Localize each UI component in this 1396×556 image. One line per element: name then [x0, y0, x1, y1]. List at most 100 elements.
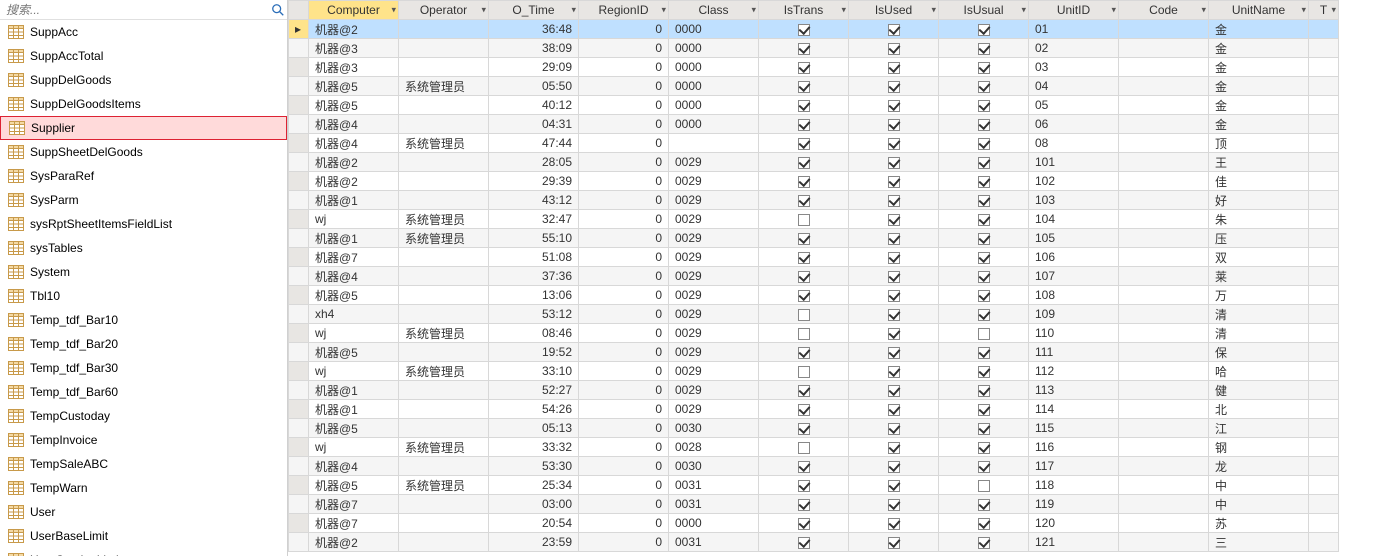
- cell-isused[interactable]: [849, 153, 939, 172]
- cell-isusual[interactable]: [939, 400, 1029, 419]
- col-header-code[interactable]: Code▾: [1119, 1, 1209, 20]
- row-selector[interactable]: [289, 476, 309, 495]
- cell-code[interactable]: [1119, 400, 1209, 419]
- cell-operator[interactable]: 系统管理员: [399, 134, 489, 153]
- cell-code[interactable]: [1119, 286, 1209, 305]
- table-row[interactable]: 机器@5系统管理员25:3400031118中: [289, 476, 1339, 495]
- cell-operator[interactable]: [399, 400, 489, 419]
- cell-otime[interactable]: 04:31: [489, 115, 579, 134]
- checkbox-icon[interactable]: [888, 214, 900, 226]
- checkbox-icon[interactable]: [978, 214, 990, 226]
- cell-class[interactable]: 0029: [669, 305, 759, 324]
- table-row[interactable]: 机器@7 03:0000031119中: [289, 495, 1339, 514]
- cell-unitid[interactable]: 118: [1029, 476, 1119, 495]
- chevron-down-icon[interactable]: ▾: [481, 5, 486, 16]
- cell-regionid[interactable]: 0: [579, 495, 669, 514]
- cell-istrans[interactable]: [759, 191, 849, 210]
- checkbox-icon[interactable]: [978, 119, 990, 131]
- cell-t[interactable]: [1309, 267, 1339, 286]
- cell-t[interactable]: [1309, 134, 1339, 153]
- cell-class[interactable]: 0000: [669, 96, 759, 115]
- cell-computer[interactable]: 机器@1: [309, 400, 399, 419]
- table-row[interactable]: 机器@1 52:2700029113健: [289, 381, 1339, 400]
- cell-isused[interactable]: [849, 495, 939, 514]
- cell-unitname[interactable]: 三: [1209, 533, 1309, 552]
- sidebar-item-suppdelgoodsitems[interactable]: SuppDelGoodsItems: [0, 92, 287, 116]
- cell-code[interactable]: [1119, 343, 1209, 362]
- cell-unitname[interactable]: 龙: [1209, 457, 1309, 476]
- cell-computer[interactable]: 机器@7: [309, 514, 399, 533]
- chevron-down-icon[interactable]: ▾: [571, 5, 576, 16]
- row-selector[interactable]: [289, 362, 309, 381]
- checkbox-icon[interactable]: [888, 423, 900, 435]
- cell-regionid[interactable]: 0: [579, 77, 669, 96]
- checkbox-icon[interactable]: [798, 252, 810, 264]
- table-row[interactable]: 机器@7 20:5400000120苏: [289, 514, 1339, 533]
- cell-istrans[interactable]: [759, 115, 849, 134]
- cell-operator[interactable]: [399, 457, 489, 476]
- checkbox-icon[interactable]: [978, 309, 990, 321]
- cell-unitid[interactable]: 108: [1029, 286, 1119, 305]
- cell-code[interactable]: [1119, 58, 1209, 77]
- checkbox-icon[interactable]: [978, 81, 990, 93]
- checkbox-icon[interactable]: [798, 537, 810, 549]
- cell-class[interactable]: 0031: [669, 495, 759, 514]
- cell-isusual[interactable]: [939, 172, 1029, 191]
- row-selector[interactable]: [289, 153, 309, 172]
- cell-isusual[interactable]: [939, 514, 1029, 533]
- cell-regionid[interactable]: 0: [579, 305, 669, 324]
- checkbox-icon[interactable]: [978, 43, 990, 55]
- cell-computer[interactable]: 机器@7: [309, 495, 399, 514]
- cell-code[interactable]: [1119, 134, 1209, 153]
- cell-computer[interactable]: 机器@1: [309, 381, 399, 400]
- cell-operator[interactable]: [399, 419, 489, 438]
- checkbox-icon[interactable]: [978, 195, 990, 207]
- sidebar-item-suppdelgoods[interactable]: SuppDelGoods: [0, 68, 287, 92]
- checkbox-icon[interactable]: [798, 233, 810, 245]
- cell-operator[interactable]: [399, 267, 489, 286]
- table-row[interactable]: 机器@4 53:3000030117龙: [289, 457, 1339, 476]
- cell-computer[interactable]: wj: [309, 438, 399, 457]
- row-selector[interactable]: [289, 400, 309, 419]
- checkbox-icon[interactable]: [798, 195, 810, 207]
- cell-otime[interactable]: 32:47: [489, 210, 579, 229]
- cell-otime[interactable]: 23:59: [489, 533, 579, 552]
- row-selector[interactable]: [289, 172, 309, 191]
- cell-isusual[interactable]: [939, 286, 1029, 305]
- cell-isusual[interactable]: [939, 476, 1029, 495]
- cell-unitname[interactable]: 中: [1209, 495, 1309, 514]
- cell-otime[interactable]: 19:52: [489, 343, 579, 362]
- cell-unitname[interactable]: 双: [1209, 248, 1309, 267]
- cell-computer[interactable]: wj: [309, 324, 399, 343]
- checkbox-icon[interactable]: [888, 290, 900, 302]
- table-row[interactable]: 机器@1系统管理员55:1000029105压: [289, 229, 1339, 248]
- checkbox-icon[interactable]: [978, 385, 990, 397]
- cell-istrans[interactable]: [759, 58, 849, 77]
- checkbox-icon[interactable]: [888, 404, 900, 416]
- row-selector[interactable]: ▸: [289, 20, 309, 39]
- checkbox-icon[interactable]: [798, 290, 810, 302]
- cell-code[interactable]: [1119, 20, 1209, 39]
- cell-t[interactable]: [1309, 229, 1339, 248]
- checkbox-icon[interactable]: [798, 119, 810, 131]
- cell-computer[interactable]: 机器@5: [309, 476, 399, 495]
- cell-code[interactable]: [1119, 77, 1209, 96]
- cell-t[interactable]: [1309, 324, 1339, 343]
- checkbox-icon[interactable]: [978, 252, 990, 264]
- cell-isusual[interactable]: [939, 362, 1029, 381]
- checkbox-icon[interactable]: [978, 423, 990, 435]
- cell-t[interactable]: [1309, 438, 1339, 457]
- checkbox-icon[interactable]: [978, 480, 990, 492]
- cell-unitid[interactable]: 02: [1029, 39, 1119, 58]
- cell-otime[interactable]: 03:00: [489, 495, 579, 514]
- cell-istrans[interactable]: [759, 172, 849, 191]
- cell-isused[interactable]: [849, 362, 939, 381]
- table-row[interactable]: 机器@3 38:090000002金: [289, 39, 1339, 58]
- cell-isused[interactable]: [849, 210, 939, 229]
- checkbox-icon[interactable]: [978, 537, 990, 549]
- cell-t[interactable]: [1309, 20, 1339, 39]
- cell-operator[interactable]: 系统管理员: [399, 77, 489, 96]
- cell-unitid[interactable]: 104: [1029, 210, 1119, 229]
- table-row[interactable]: wj系统管理员32:4700029104朱: [289, 210, 1339, 229]
- checkbox-icon[interactable]: [798, 176, 810, 188]
